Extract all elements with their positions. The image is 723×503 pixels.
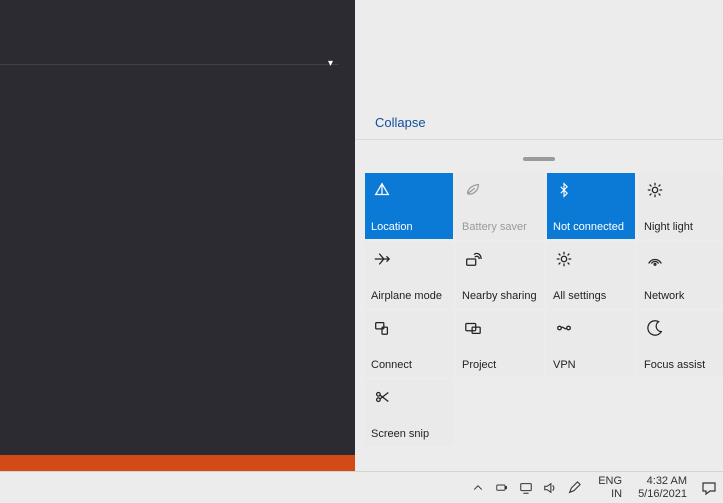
tile-screen-snip[interactable]: Screen snip — [365, 380, 453, 446]
app-orange-bar — [0, 455, 355, 471]
chevron-down-icon[interactable]: ▾ — [328, 58, 333, 69]
system-tray — [470, 480, 590, 496]
tile-location[interactable]: Location — [365, 173, 453, 239]
tile-label: VPN — [553, 359, 631, 371]
moon-icon — [646, 319, 664, 337]
tile-label: Location — [371, 221, 449, 233]
date-text: 5/16/2021 — [638, 488, 687, 500]
tile-connect[interactable]: Connect — [365, 311, 453, 377]
clock[interactable]: 4:32 AM 5/16/2021 — [630, 475, 695, 499]
tile-label: All settings — [553, 290, 631, 302]
network-tray-icon[interactable] — [518, 480, 534, 496]
volume-icon[interactable] — [542, 480, 558, 496]
tile-label: Not connected — [553, 221, 631, 233]
sun-icon — [646, 181, 664, 199]
panel-divider — [355, 139, 723, 140]
bluetooth-icon — [555, 181, 573, 199]
airplane-icon — [373, 250, 391, 268]
tile-label: Connect — [371, 359, 449, 371]
tile-label: Night light — [644, 221, 722, 233]
tile-label: Screen snip — [371, 428, 449, 440]
tile-project[interactable]: Project — [456, 311, 544, 377]
nearby-icon — [464, 250, 482, 268]
tile-label: Battery saver — [462, 221, 540, 233]
tile-label: Project — [462, 359, 540, 371]
tile-label: Network — [644, 290, 722, 302]
tile-network[interactable]: Network — [638, 242, 723, 308]
tile-focus-assist[interactable]: Focus assist — [638, 311, 723, 377]
tile-label: Nearby sharing — [462, 290, 540, 302]
pane-separator — [0, 64, 339, 65]
tile-airplane-mode[interactable]: Airplane mode — [365, 242, 453, 308]
location-icon — [373, 181, 391, 199]
network-icon — [646, 250, 664, 268]
language-bottom: IN — [611, 488, 622, 500]
collapse-button[interactable]: Collapse — [375, 115, 426, 130]
taskbar: ENG IN 4:32 AM 5/16/2021 — [0, 471, 723, 503]
battery-icon[interactable] — [494, 480, 510, 496]
leaf-icon — [464, 181, 482, 199]
project-icon — [464, 319, 482, 337]
quick-actions-grid: Location Battery saver Not connected Nig… — [365, 173, 723, 446]
action-center-panel: Collapse Location Battery saver Not conn… — [355, 0, 723, 471]
scissors-icon — [373, 388, 391, 406]
language-indicator[interactable]: ENG IN — [590, 475, 630, 499]
tile-bluetooth[interactable]: Not connected — [547, 173, 635, 239]
vpn-icon — [555, 319, 573, 337]
notification-icon[interactable] — [695, 472, 723, 503]
time-text: 4:32 AM — [647, 475, 687, 487]
tile-vpn[interactable]: VPN — [547, 311, 635, 377]
tile-label: Airplane mode — [371, 290, 449, 302]
tile-nearby-sharing[interactable]: Nearby sharing — [456, 242, 544, 308]
app-dark-pane: ▾ — [0, 0, 355, 455]
pen-icon[interactable] — [566, 480, 582, 496]
tile-battery-saver[interactable]: Battery saver — [456, 173, 544, 239]
tile-all-settings[interactable]: All settings — [547, 242, 635, 308]
tray-overflow-icon[interactable] — [470, 480, 486, 496]
tile-night-light[interactable]: Night light — [638, 173, 723, 239]
tile-label: Focus assist — [644, 359, 722, 371]
connect-icon — [373, 319, 391, 337]
gear-icon — [555, 250, 573, 268]
grab-handle[interactable] — [523, 157, 555, 161]
language-top: ENG — [598, 475, 622, 487]
